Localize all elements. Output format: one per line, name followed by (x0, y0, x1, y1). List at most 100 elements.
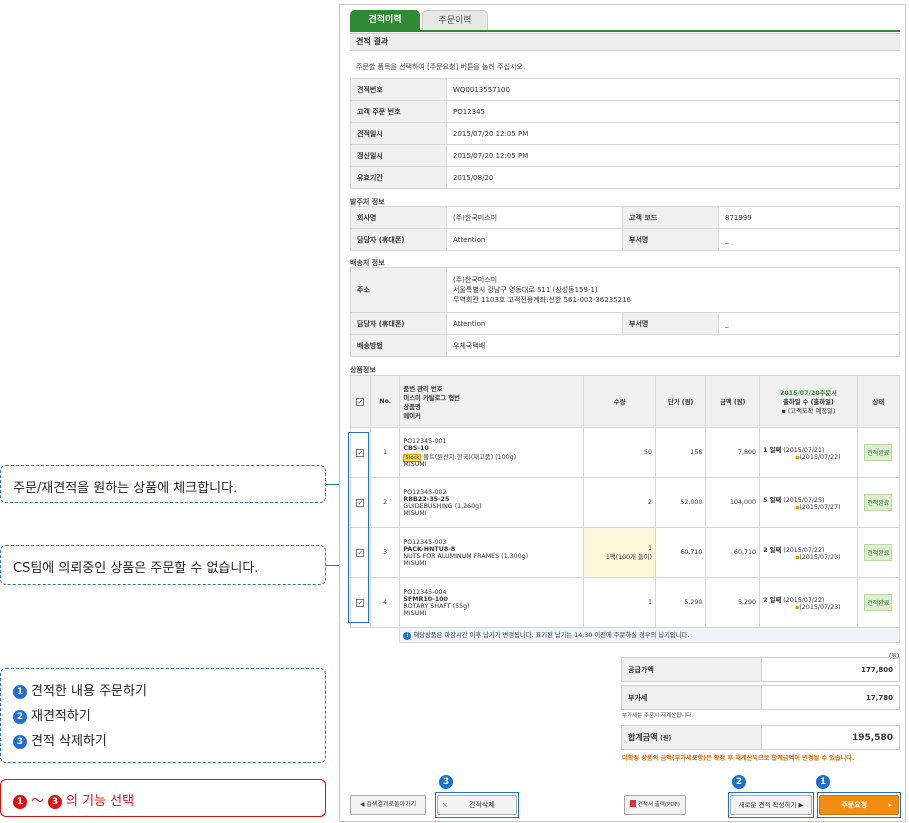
supply-label: 공급가액 (621, 657, 762, 682)
method-label: 배송방법 (350, 334, 447, 357)
supply-value: 177,800 (761, 657, 900, 682)
header-item-line: 미스미 카탈로그 형번 (403, 394, 460, 402)
summary-row: 유효기간 2015/08/20 (350, 166, 900, 189)
row-item: PO12345-002 RBB22-35-25 GUIDEBUSHING (1,26… (399, 477, 585, 528)
callout-cs-items: CS팀에 의뢰중인 상품은 주문할 수 없습니다. (0, 545, 326, 585)
marker-red-1: 1 (13, 795, 27, 809)
function-3-label: 견적 삭제하기 (31, 734, 107, 749)
summary-label: 갱신일시 (350, 144, 447, 167)
row-maker: MISUMI (403, 509, 427, 517)
section-header: 견적 결과 (350, 33, 900, 51)
order-highlight (817, 792, 901, 818)
row-qty: 2 (583, 477, 656, 528)
products-table: ✓ No. 품번 관리 번호 미스미 카탈로그 형번 상품명 메이커 수량 단가 (원… (350, 375, 901, 643)
summary-table: 견적번호 WQ0013557100 고객 주문 번호 PO12345 견적일시 201… (350, 78, 900, 189)
callout-check-items: 주문/재견적을 원하는 상품에 체크합니다. (0, 465, 326, 503)
info-icon: i (403, 632, 412, 640)
info-cell: i 해당상품은 마감시간 이후 납기가 변경됩니다. 표기된 납기는 14:30… (399, 627, 900, 643)
supply-table: 공급가액 177,800 (621, 657, 900, 682)
row-ship: 2 일째 (2015/07/22) ▪(2015/07/23) (759, 527, 858, 578)
person-value: Attention (446, 228, 623, 251)
vat-label: 부가세 (621, 685, 762, 710)
products-header-row: ✓ No. 품번 관리 번호 미스미 카탈로그 형번 상품명 메이커 수량 단가 (원… (350, 375, 901, 428)
header-qty: 수량 (583, 375, 656, 428)
row-no: 1 (369, 427, 401, 478)
header-item-line: 메이커 (403, 412, 421, 420)
header-ship: 2015/07/20주문시 출하일 수 (출하일) ▪ (고객도착 예정일) (759, 375, 858, 428)
header-item: 품번 관리 번호 미스미 카탈로그 형번 상품명 메이커 (399, 375, 585, 428)
total-label: 합계금액 (628, 733, 658, 742)
row-amount: 7,800 (705, 427, 761, 478)
total-label-cell: 합계금액 (원) (621, 725, 762, 750)
row-days: 2 일째 (763, 596, 782, 604)
summary-label: 견적번호 (350, 78, 447, 101)
row-ship-date: (2015/07/22) (783, 596, 825, 604)
function-1: 1 견적한 내용 주문하기 (13, 679, 313, 704)
summary-label: 유효기간 (350, 166, 447, 189)
select-range: 〜 (31, 794, 45, 809)
row-po: PO12345-003 (403, 538, 447, 546)
summary-row: 고객 주문 번호 PO12345 (350, 100, 900, 123)
table-row: ✓ 4 PO12345-004 SFMR10-100 ROTARY SHAFT (5… (350, 577, 901, 628)
summary-row: 갱신일시 2015/07/20 12:05 PM (350, 144, 900, 167)
vat-table: 부가세 17,780 (621, 685, 900, 710)
status-badge: 견적완료 (864, 594, 893, 611)
table-row: ✓ 3 PO12345-003 PACK-HNTU8-8 NUTS FOR ALUM… (350, 527, 901, 578)
select-all-checkbox[interactable]: ✓ (356, 397, 365, 406)
pdf-button[interactable]: 견적서 출력(PDF) (624, 795, 686, 815)
person-label: 담당자 (휴대폰) (350, 312, 447, 335)
row-maker: MISUMI (403, 609, 427, 617)
row-arrival: (2015/07/27) (799, 503, 841, 511)
row-ship-date: (2015/07/25) (783, 496, 825, 504)
tab-order-history[interactable]: 주문이력 (422, 10, 488, 30)
row-code: CBS-10 (403, 444, 429, 452)
row-days: 2 일째 (763, 546, 782, 554)
shipping-row: 담당자 (휴대폰) Attention 부서명 _ (350, 312, 900, 335)
dept-label: 부서명 (622, 312, 719, 335)
row-po: PO12345-002 (403, 488, 447, 496)
delete-highlight (435, 792, 519, 818)
orderer-row: 회사명 (주)한국미스미 고객 코드 871999 (350, 206, 900, 229)
status-badge: 견적완료 (864, 544, 893, 561)
header-ship-arrival: ▪ (고객도착 예정일) (781, 408, 836, 415)
row-no: 2 (369, 477, 401, 528)
tab-quote-history[interactable]: 견적이력 (350, 10, 420, 30)
shipping-table: 주소 (주)한국미스미 서울특별시 강남구 영동대로 511 (삼성동159-1) 무… (350, 267, 900, 357)
row-name: ROTARY SHAFT (55g) (403, 602, 470, 610)
orderer-row: 담당자 (휴대폰) Attention 부서명 _ (350, 228, 900, 251)
row-amount: 5,290 (705, 577, 761, 628)
marker-1: 1 (13, 685, 27, 699)
marker-3-badge: 3 (439, 775, 453, 789)
row-amount: 104,000 (705, 477, 761, 528)
header-amount: 금액 (원) (705, 375, 761, 428)
total-value: 195,580 (761, 725, 900, 750)
person-value: Attention (446, 312, 623, 335)
row-ship: 5 일째 (2015/07/25) ▪(2015/07/27) (759, 477, 858, 528)
address-line: (주)한국미스미 (453, 276, 498, 284)
callout-cs-text: CS팀에 의뢰중인 상품은 주문할 수 없습니다. (13, 561, 259, 576)
back-to-results-button[interactable]: ◀ 검색결과로돌아가기 (350, 795, 426, 815)
pdf-label: 견적서 출력(PDF) (637, 802, 680, 808)
row-days: 1 일째 (763, 446, 782, 454)
marker-2: 2 (13, 710, 27, 724)
header-item-line: 상품명 (403, 403, 421, 411)
row-unit-price: 60,710 (654, 527, 707, 578)
method-value: 우체국택배 (446, 334, 900, 357)
orderer-table: 회사명 (주)한국미스미 고객 코드 871999 담당자 (휴대폰) Attentio… (350, 206, 900, 251)
callout-functions: 1 견적한 내용 주문하기 2 재견적하기 3 견적 삭제하기 (0, 668, 326, 763)
header-unit-price: 단가 (원) (654, 375, 707, 428)
row-maker: MISUMI (403, 559, 427, 567)
address-line: 무역회관 1103호 고객전용계좌:신한 561-002-36235216 (453, 296, 631, 304)
header-ship-days: 출하일 수 (출하일) (783, 399, 834, 406)
row-po: PO12345-004 (403, 588, 447, 596)
info-text: 해당상품은 마감시간 이후 납기가 변경됩니다. 표기된 납기는 14:30 이… (413, 632, 690, 639)
header-item-line: 품번 관리 번호 (403, 385, 443, 393)
row-arrival: (2015/07/23) (799, 553, 841, 561)
products-title: 상품정보 (350, 366, 376, 374)
row-amount: 60,710 (705, 527, 761, 578)
pdf-icon (630, 800, 637, 807)
row-unit-price: 156 (654, 427, 707, 478)
person-label: 담당자 (휴대폰) (350, 228, 447, 251)
status-badge: 견적완료 (864, 444, 893, 461)
dept-value: _ (718, 312, 900, 335)
